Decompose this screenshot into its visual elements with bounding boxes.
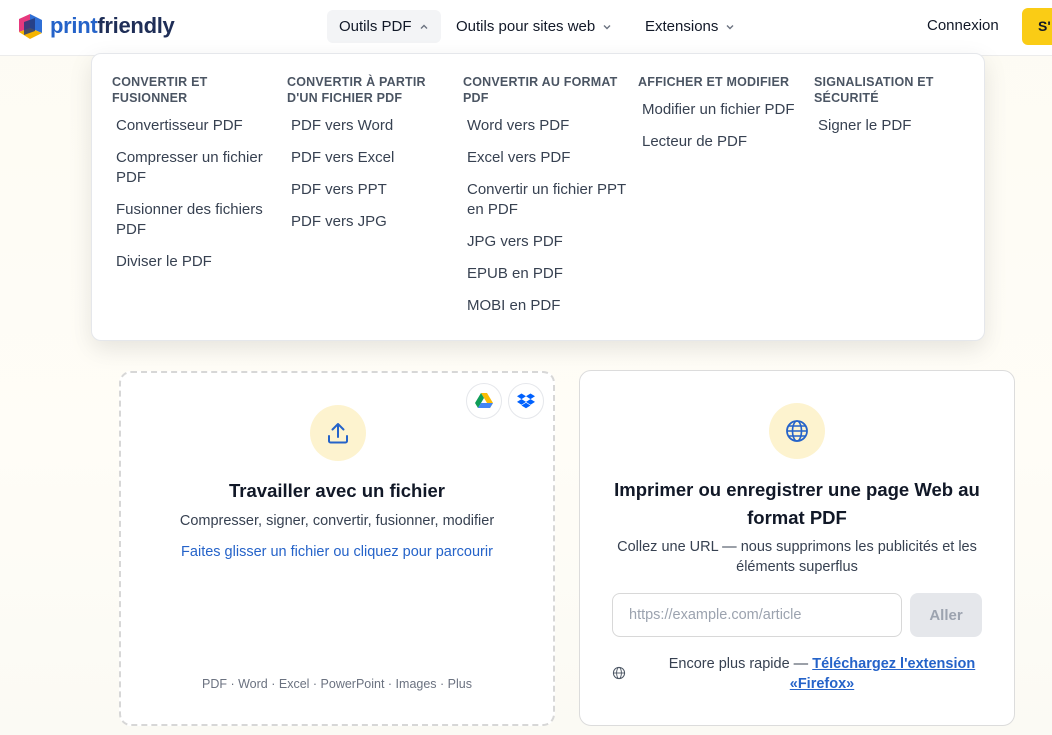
- upload-icon-circle: [310, 405, 366, 461]
- menu-column-heading: AFFICHER ET MODIFIER: [638, 75, 790, 89]
- menu-link-mobi-en-pdf[interactable]: MOBI en PDF: [467, 296, 631, 316]
- dropbox-button[interactable]: [508, 383, 544, 419]
- menu-link-convertisseur-pdf[interactable]: Convertisseur PDF: [116, 116, 280, 136]
- menu-column-convertir-fusionner: CONVERTIR ET FUSIONNER Convertisseur PDF…: [112, 74, 280, 284]
- menu-link-pdf-vers-ppt[interactable]: PDF vers PPT: [291, 180, 455, 200]
- upload-card-title: Travailler avec un fichier: [229, 480, 445, 501]
- upload-icon: [328, 423, 348, 444]
- nav-outils-sites-web-label: Outils pour sites web: [456, 18, 596, 35]
- logo-text-friendly: friendly: [97, 13, 175, 38]
- supported-formats: PDF · Word · Excel · PowerPoint · Images…: [202, 677, 472, 691]
- menu-link-diviser-pdf[interactable]: Diviser le PDF: [116, 252, 280, 272]
- menu-column-heading: SIGNALISATION ET SÉCURITÉ: [814, 75, 934, 105]
- menu-link-lecteur-pdf[interactable]: Lecteur de PDF: [642, 132, 806, 152]
- google-drive-button[interactable]: [466, 383, 502, 419]
- chevron-down-icon: [726, 24, 734, 29]
- menu-link-excel-vers-pdf[interactable]: Excel vers PDF: [467, 148, 631, 168]
- chevron-up-icon: [420, 24, 428, 29]
- download-extension-link[interactable]: Téléchargez l'extension «Firefox»: [790, 656, 975, 692]
- menu-link-pdf-vers-word[interactable]: PDF vers Word: [291, 116, 455, 136]
- site-header: printfriendly Outils PDF Outils pour sit…: [0, 0, 1052, 56]
- menu-link-epub-en-pdf[interactable]: EPUB en PDF: [467, 264, 631, 284]
- menu-link-ppt-en-pdf[interactable]: Convertir un fichier PPT en PDF: [467, 180, 631, 220]
- globe-icon: [612, 666, 626, 680]
- globe-icon-circle: [769, 403, 825, 459]
- google-drive-icon: [475, 393, 493, 408]
- logo-text-print: print: [50, 13, 98, 38]
- upload-card-subtitle: Compresser, signer, convertir, fusionner…: [179, 513, 495, 529]
- file-upload-dropzone[interactable]: Travailler avec un fichier Compresser, s…: [119, 371, 555, 726]
- nav-outils-pdf-label: Outils PDF: [339, 18, 412, 35]
- go-button[interactable]: Aller: [910, 593, 982, 637]
- outils-pdf-dropdown: CONVERTIR ET FUSIONNER Convertisseur PDF…: [91, 53, 985, 341]
- dropbox-icon: [517, 393, 535, 409]
- menu-link-pdf-vers-excel[interactable]: PDF vers Excel: [291, 148, 455, 168]
- browse-file-link[interactable]: Faites glisser un fichier ou cliquez pou…: [121, 544, 553, 560]
- menu-link-jpg-vers-pdf[interactable]: JPG vers PDF: [467, 232, 631, 252]
- menu-link-compresser-pdf[interactable]: Compresser un fichier PDF: [116, 148, 280, 188]
- printfriendly-logo[interactable]: printfriendly: [16, 9, 175, 43]
- extension-promo-text: Encore plus rapide —: [668, 656, 813, 672]
- nav-outils-sites-web[interactable]: Outils pour sites web: [444, 10, 624, 43]
- web-card-subtitle: Collez une URL — nous supprimons les pub…: [617, 539, 977, 575]
- menu-column-convertir-vers-pdf: CONVERTIR AU FORMAT PDF Word vers PDF Ex…: [463, 74, 631, 328]
- printfriendly-logo-icon: [19, 14, 42, 39]
- menu-column-heading: CONVERTIR ET FUSIONNER: [112, 75, 208, 105]
- menu-link-pdf-vers-jpg[interactable]: PDF vers JPG: [291, 212, 455, 232]
- menu-column-signalisation-securite: SIGNALISATION ET SÉCURITÉ Signer le PDF: [814, 74, 982, 148]
- menu-link-modifier-pdf[interactable]: Modifier un fichier PDF: [642, 100, 806, 120]
- menu-column-afficher-modifier: AFFICHER ET MODIFIER Modifier un fichier…: [638, 74, 806, 164]
- nav-extensions[interactable]: Extensions: [633, 10, 747, 43]
- web-page-card: Imprimer ou enregistrer une page Web au …: [579, 370, 1015, 726]
- menu-column-heading: CONVERTIR À PARTIR D'UN FICHIER PDF: [287, 75, 426, 105]
- nav-outils-pdf[interactable]: Outils PDF: [327, 10, 441, 43]
- globe-icon: [786, 420, 808, 442]
- web-card-title: Imprimer ou enregistrer une page Web au …: [614, 479, 980, 528]
- menu-column-heading: CONVERTIR AU FORMAT PDF: [463, 75, 618, 105]
- login-link[interactable]: Connexion: [927, 17, 999, 34]
- signup-button[interactable]: S': [1022, 8, 1052, 45]
- menu-link-fusionner-pdf[interactable]: Fusionner des fichiers PDF: [116, 200, 280, 240]
- menu-link-signer-pdf[interactable]: Signer le PDF: [818, 116, 982, 136]
- chevron-down-icon: [603, 24, 611, 29]
- menu-column-convertir-depuis-pdf: CONVERTIR À PARTIR D'UN FICHIER PDF PDF …: [287, 74, 455, 244]
- menu-link-word-vers-pdf[interactable]: Word vers PDF: [467, 116, 631, 136]
- nav-extensions-label: Extensions: [645, 18, 719, 35]
- url-input[interactable]: [612, 593, 902, 637]
